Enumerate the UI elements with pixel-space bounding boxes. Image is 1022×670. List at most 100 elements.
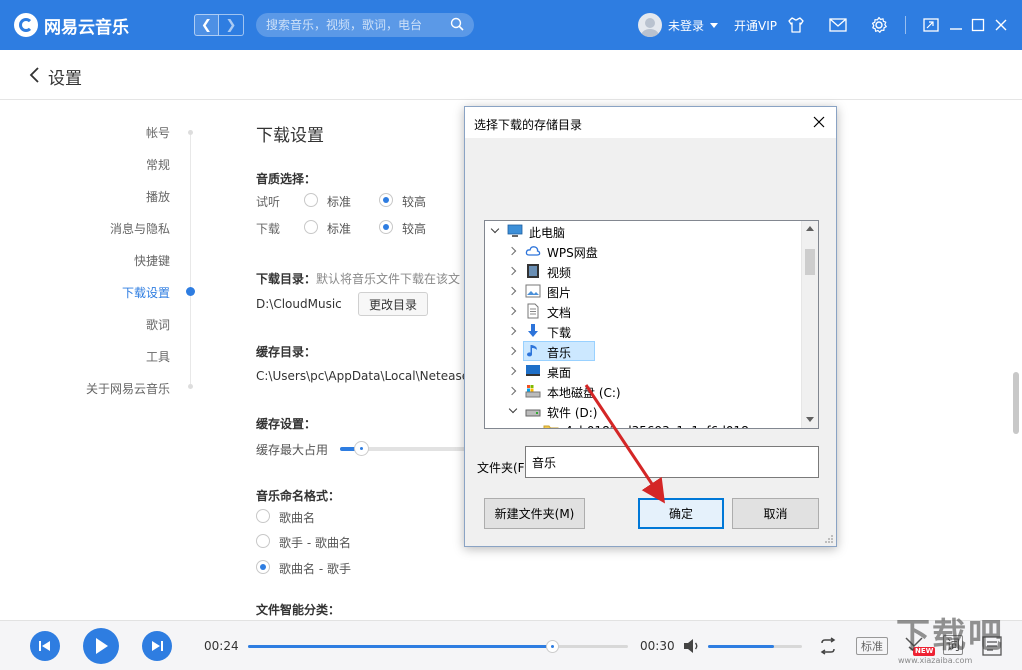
radio-download-standard[interactable] (304, 220, 318, 234)
dialog-titlebar: 选择下载的存储目录 (465, 107, 836, 138)
resize-grip-icon[interactable] (824, 534, 834, 544)
tree-node[interactable]: 本地磁盘 (C:) (485, 381, 801, 401)
chevron-right-icon[interactable] (507, 306, 517, 316)
tree-node[interactable]: 文档 (485, 301, 801, 321)
chevron-right-icon: ❯ (225, 17, 237, 33)
picture-icon (525, 283, 541, 299)
close-icon[interactable] (991, 15, 1011, 35)
chevron-right-icon[interactable] (507, 346, 517, 356)
volume-slider[interactable] (708, 645, 802, 648)
user-name: 未登录 (668, 18, 705, 33)
tree-node-label: WPS网盘 (547, 246, 598, 260)
play-button[interactable] (83, 628, 119, 664)
tree-node-label: 4cb0182cd35693c1a1ef6d018 (565, 424, 749, 428)
chevron-right-icon[interactable] (507, 266, 517, 276)
ok-button[interactable]: 确定 (638, 498, 724, 529)
cache-dir-path: C:\Users\pc\AppData\Local\Netease\C (256, 369, 464, 383)
tree-node[interactable]: 此电脑 (485, 221, 801, 241)
tree-node[interactable]: 图片 (485, 281, 801, 301)
next-button[interactable] (142, 631, 172, 661)
folder-picker-dialog: 选择下载的存储目录 此电脑 WPS网盘视频 图片 文档 下载音乐桌面 本地磁盘 (C:) 软… (464, 106, 837, 547)
tree-node[interactable]: 下载 (485, 321, 801, 341)
radio-naming-song-artist[interactable] (256, 560, 270, 574)
tree-node[interactable]: WPS网盘 (485, 241, 801, 261)
search-icon[interactable] (450, 17, 464, 31)
gear-icon[interactable] (869, 15, 889, 35)
progress-handle[interactable] (546, 640, 559, 653)
drive-icon (525, 403, 541, 419)
tree-node[interactable]: 4cb0182cd35693c1a1ef6d018 (485, 421, 801, 428)
cancel-button[interactable]: 取消 (732, 498, 819, 529)
tree-node-label: 音乐 (547, 346, 572, 360)
maximize-icon[interactable] (968, 15, 988, 35)
smart-category-label: 文件智能分类： (256, 603, 341, 617)
tree-scrollbar[interactable] (801, 221, 818, 428)
skin-icon[interactable] (786, 15, 806, 35)
radio-preview-standard[interactable] (304, 193, 318, 207)
watermark-url: www.xiazaiba.com (898, 656, 973, 665)
mini-mode-icon[interactable] (921, 15, 941, 35)
quality-row-label-preview: 试听 (256, 195, 281, 209)
radio-naming-song[interactable] (256, 509, 270, 523)
folder-tree[interactable]: 此电脑 WPS网盘视频图片文档下载音乐桌面本地磁盘 (C:) 软件 (D:) 4cb0… (484, 220, 819, 429)
radio-label: 歌曲名 (279, 511, 316, 525)
chevron-right-icon[interactable] (507, 246, 517, 256)
new-folder-button[interactable]: 新建文件夹(M) (484, 498, 585, 529)
quality-badge[interactable]: 标准 (856, 637, 888, 655)
section-title: 下载设置 (256, 126, 324, 146)
radio-label: 歌手 - 歌曲名 (279, 536, 351, 550)
download-dir-hint: 默认将音乐文件下载在该文 (316, 272, 461, 286)
download-icon (525, 323, 541, 339)
vip-link[interactable]: 开通VIP (734, 17, 777, 34)
volume-fill (708, 645, 774, 648)
quality-row-label-download: 下载 (256, 222, 281, 236)
chevron-down-icon[interactable] (508, 404, 518, 414)
search-input[interactable] (266, 18, 446, 32)
radio-download-high[interactable] (379, 220, 393, 234)
tree-node-label: 视频 (547, 266, 572, 280)
current-time: 00:24 (204, 639, 239, 653)
loop-icon[interactable] (818, 637, 838, 655)
chevron-right-icon[interactable] (507, 286, 517, 296)
desktop-icon (525, 363, 541, 379)
total-time: 00:30 (640, 639, 675, 653)
radio-label: 较高 (402, 222, 427, 236)
scroll-up-icon[interactable] (806, 226, 814, 231)
content-scrollbar[interactable] (1013, 372, 1019, 434)
volume-icon[interactable] (683, 638, 701, 654)
chevron-right-icon[interactable] (507, 326, 517, 336)
user-menu[interactable]: 未登录 (638, 13, 719, 37)
tree-node[interactable]: 视频 (485, 261, 801, 281)
radio-label: 标准 (327, 222, 352, 236)
video-icon (525, 263, 541, 279)
system-drive-icon (525, 383, 541, 399)
tree-node[interactable]: 软件 (D:) (485, 401, 801, 421)
chevron-down-icon[interactable] (490, 224, 500, 234)
dialog-close-button[interactable] (811, 114, 827, 130)
back-button[interactable]: ❮ (194, 14, 219, 36)
tree-node[interactable]: 桌面 (485, 361, 801, 381)
tree-node-label: 桌面 (547, 366, 572, 380)
folder-field[interactable] (525, 446, 819, 478)
cache-settings-label: 缓存设置： (256, 417, 317, 431)
radio-preview-high[interactable] (379, 193, 393, 207)
chevron-right-icon[interactable] (507, 386, 517, 396)
change-dir-button[interactable]: 更改目录 (358, 292, 428, 316)
close-icon (813, 116, 825, 128)
play-icon (96, 638, 108, 654)
cache-slider-handle[interactable] (353, 441, 369, 456)
minimize-icon[interactable] (946, 15, 966, 35)
dialog-title: 选择下载的存储目录 (474, 118, 583, 132)
tree-node[interactable]: 音乐 (485, 341, 801, 361)
settings-back-icon[interactable] (28, 64, 42, 86)
radio-naming-artist-song[interactable] (256, 534, 270, 548)
tree-scroll-thumb[interactable] (805, 249, 815, 275)
chevron-right-icon[interactable] (507, 366, 517, 376)
folder-icon (543, 423, 559, 428)
previous-button[interactable] (30, 631, 60, 661)
forward-button[interactable]: ❯ (219, 14, 244, 36)
app-logo[interactable]: 网易云音乐 (14, 12, 129, 38)
progress-bar[interactable] (248, 640, 628, 653)
mail-icon[interactable] (828, 15, 848, 35)
scroll-down-icon[interactable] (806, 417, 814, 422)
